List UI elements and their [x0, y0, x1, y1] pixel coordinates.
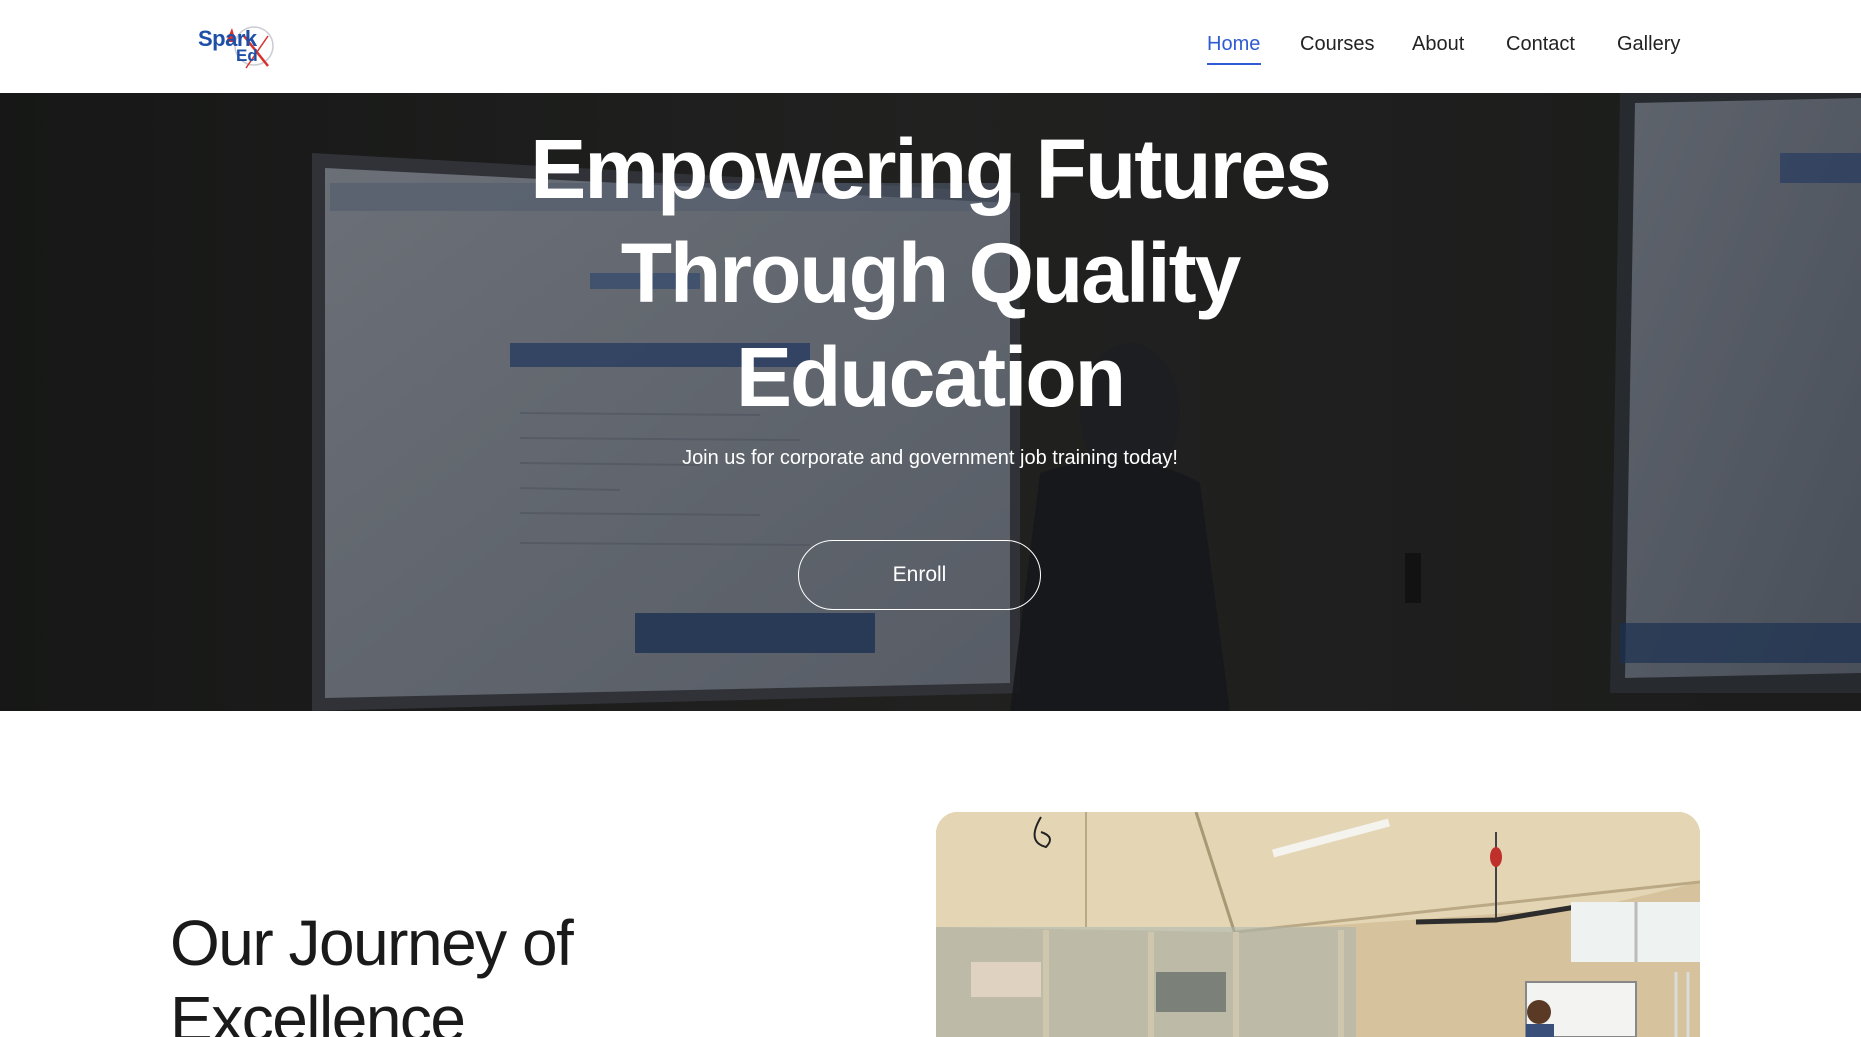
- nav-gallery[interactable]: Gallery: [1617, 33, 1680, 56]
- hero-title-line: Education: [735, 330, 1126, 424]
- site-header: Spark Ed Home Courses About Contact Gall…: [0, 0, 1861, 93]
- enroll-button[interactable]: Enroll: [798, 540, 1041, 610]
- hero-title-line: Through Quality: [620, 226, 1242, 320]
- active-nav-indicator: [1207, 63, 1261, 65]
- journey-title: Our Journey of Excellence: [170, 905, 690, 1037]
- hero-title: Empowering Futures Through Quality Educa…: [480, 117, 1380, 429]
- nav-courses[interactable]: Courses: [1300, 33, 1374, 56]
- journey-title-line: Excellence: [170, 983, 466, 1037]
- nav-contact[interactable]: Contact: [1506, 33, 1575, 56]
- hero-section: Empowering Futures Through Quality Educa…: [0, 93, 1861, 711]
- hero-title-line: Empowering Futures: [530, 122, 1331, 216]
- hero-subtitle: Join us for corporate and government job…: [682, 447, 1178, 469]
- nav-about[interactable]: About: [1412, 33, 1464, 56]
- classroom-photo-image: [936, 812, 1700, 1037]
- nav-home[interactable]: Home: [1207, 33, 1260, 56]
- spark-edx-logo[interactable]: Spark Ed: [196, 22, 278, 72]
- classroom-photo: [936, 812, 1700, 1037]
- journey-title-line: Our Journey of: [170, 907, 574, 979]
- logo-text-sub: Ed: [236, 46, 258, 65]
